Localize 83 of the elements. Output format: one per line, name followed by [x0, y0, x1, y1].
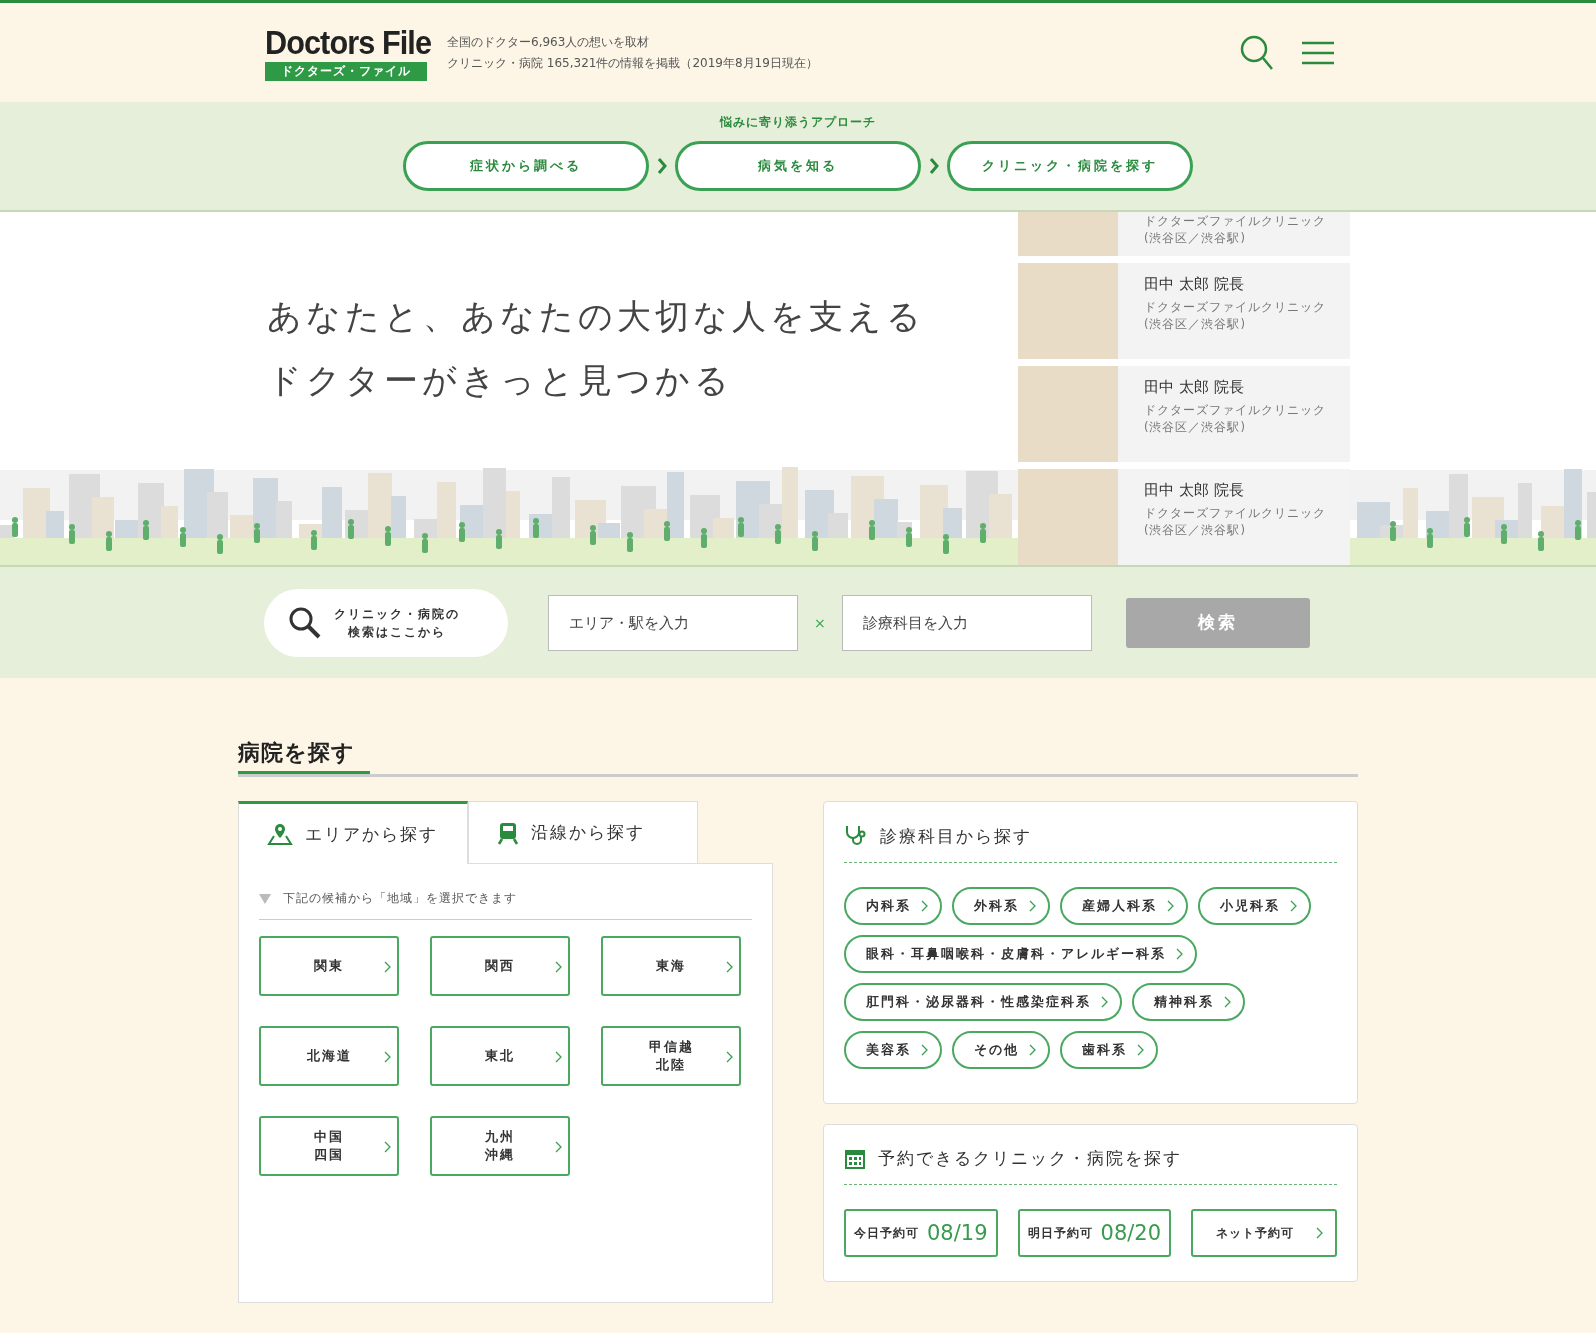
chevron-icon	[384, 1141, 391, 1153]
department-button[interactable]: 肛門科・泌尿器科・性感染症科系	[844, 983, 1122, 1021]
doctor-name: 田中 太郎 院長	[1144, 481, 1245, 500]
site-stat: 全国のドクター6,963人の想いを取材	[447, 33, 651, 51]
chevron-icon	[929, 157, 939, 175]
region-button[interactable]: 北海道	[259, 1026, 399, 1086]
chevron-icon	[555, 961, 562, 973]
region-button[interactable]: 九州沖縄	[430, 1116, 570, 1176]
chevron-icon	[555, 1141, 562, 1153]
chevron-icon	[657, 157, 667, 175]
chevron-icon	[1224, 996, 1231, 1008]
chevron-icon	[1167, 900, 1174, 912]
clinic-location: (渋谷区／渋谷駅)	[1144, 420, 1247, 435]
region-button[interactable]: 東海	[601, 936, 741, 996]
department-button[interactable]: 小児科系	[1198, 887, 1311, 925]
hint-text: 下記の候補から「地域」を選択できます	[283, 890, 517, 907]
chevron-icon	[921, 900, 928, 912]
reservation-button[interactable]: 明日予約可 08/20	[1017, 1209, 1172, 1257]
region-button[interactable]: 関西	[430, 936, 570, 996]
clinic-location: (渋谷区／渋谷駅)	[1144, 523, 1247, 538]
site-stat: クリニック・病院 165,321件の情報を掲載（2019年8月19日現在）	[447, 54, 818, 72]
approach-button[interactable]: 症状から調べる	[403, 141, 649, 191]
search-icon	[288, 605, 322, 640]
clinic-name: ドクターズファイルクリニック	[1144, 300, 1326, 315]
menu-icon[interactable]	[1302, 40, 1334, 65]
chevron-icon	[1101, 996, 1108, 1008]
doctor-card[interactable]: 田中 太郎 院長 ドクターズファイルクリニック (渋谷区／渋谷駅)	[1018, 469, 1350, 565]
search-icon[interactable]	[1240, 34, 1274, 71]
region-button[interactable]: 甲信越北陸	[601, 1026, 741, 1086]
chevron-icon	[1029, 1044, 1036, 1056]
chevron-icon	[726, 1051, 733, 1063]
approach-button[interactable]: クリニック・病院を探す	[947, 141, 1193, 191]
chevron-icon	[921, 1044, 928, 1056]
region-button[interactable]: 東北	[430, 1026, 570, 1086]
chevron-icon	[384, 1051, 391, 1063]
stethoscope-icon	[844, 824, 868, 848]
doctor-card[interactable]: 田中 太郎 院長 ドクターズファイルクリニック (渋谷区／渋谷駅)	[1018, 263, 1350, 359]
department-button[interactable]: 眼科・耳鼻咽喉科・皮膚科・アレルギー科系	[844, 935, 1197, 973]
approach-button[interactable]: 病気を知る	[675, 141, 921, 191]
map-pin-icon	[267, 822, 293, 846]
clinic-location: (渋谷区／渋谷駅)	[1144, 317, 1247, 332]
hero-headline: ドクターがきっと見つかる	[267, 359, 734, 402]
department-button[interactable]: 精神科系	[1132, 983, 1245, 1021]
chevron-icon	[1316, 1227, 1323, 1239]
clinic-location: (渋谷区／渋谷駅)	[1144, 231, 1247, 246]
panel-title: 診療科目から探す	[880, 824, 1032, 848]
department-button[interactable]: 内科系	[844, 887, 942, 925]
bubble-text: クリニック・病院の検索はここから	[333, 605, 461, 641]
chevron-icon	[384, 961, 391, 973]
clinic-name: ドクターズファイルクリニック	[1144, 506, 1326, 521]
hero-headline: あなたと、あなたの大切な人を支える	[267, 295, 926, 338]
region-button[interactable]: 中国四国	[259, 1116, 399, 1176]
region-button[interactable]: 関東	[259, 936, 399, 996]
clinic-name: ドクターズファイルクリニック	[1144, 403, 1326, 418]
chevron-icon	[726, 961, 733, 973]
department-button[interactable]: その他	[952, 1031, 1050, 1069]
calendar-icon	[844, 1147, 866, 1170]
clinic-name: ドクターズファイルクリニック	[1144, 214, 1326, 229]
reservation-button[interactable]: ネット予約可	[1191, 1209, 1337, 1257]
chevron-icon	[1137, 1044, 1144, 1056]
chevron-icon	[1176, 948, 1183, 960]
chevron-icon	[1290, 900, 1297, 912]
department-button[interactable]: 外科系	[952, 887, 1050, 925]
reservation-button[interactable]: 今日予約可 08/19	[844, 1209, 998, 1257]
chevron-icon	[1029, 900, 1036, 912]
search-tab[interactable]: 沿線から探す	[468, 801, 698, 863]
section-title: 病院を探す	[238, 738, 1358, 777]
area-input-field[interactable]: エリア・駅を入力	[548, 594, 798, 651]
doctor-name: 田中 太郎 院長	[1144, 378, 1245, 397]
department-button[interactable]: 産婦人科系	[1060, 887, 1188, 925]
triangle-icon	[259, 893, 271, 904]
doctor-card[interactable]: ドクターズファイルクリニック (渋谷区／渋谷駅)	[1018, 212, 1350, 256]
times-sign: ×	[814, 614, 826, 631]
approach-label: 悩みに寄り添うアプローチ	[720, 114, 876, 131]
department-button[interactable]: 美容系	[844, 1031, 942, 1069]
chevron-icon	[555, 1051, 562, 1063]
panel-title: 予約できるクリニック・病院を探す	[878, 1147, 1182, 1170]
search-tab[interactable]: エリアから探す	[238, 801, 468, 864]
train-icon	[497, 820, 519, 845]
doctor-card[interactable]: 田中 太郎 院長 ドクターズファイルクリニック (渋谷区／渋谷駅)	[1018, 366, 1350, 462]
department-input-field[interactable]: 診療科目を入力	[841, 594, 1092, 651]
department-button[interactable]: 歯科系	[1060, 1031, 1158, 1069]
doctor-name: 田中 太郎 院長	[1144, 275, 1245, 294]
